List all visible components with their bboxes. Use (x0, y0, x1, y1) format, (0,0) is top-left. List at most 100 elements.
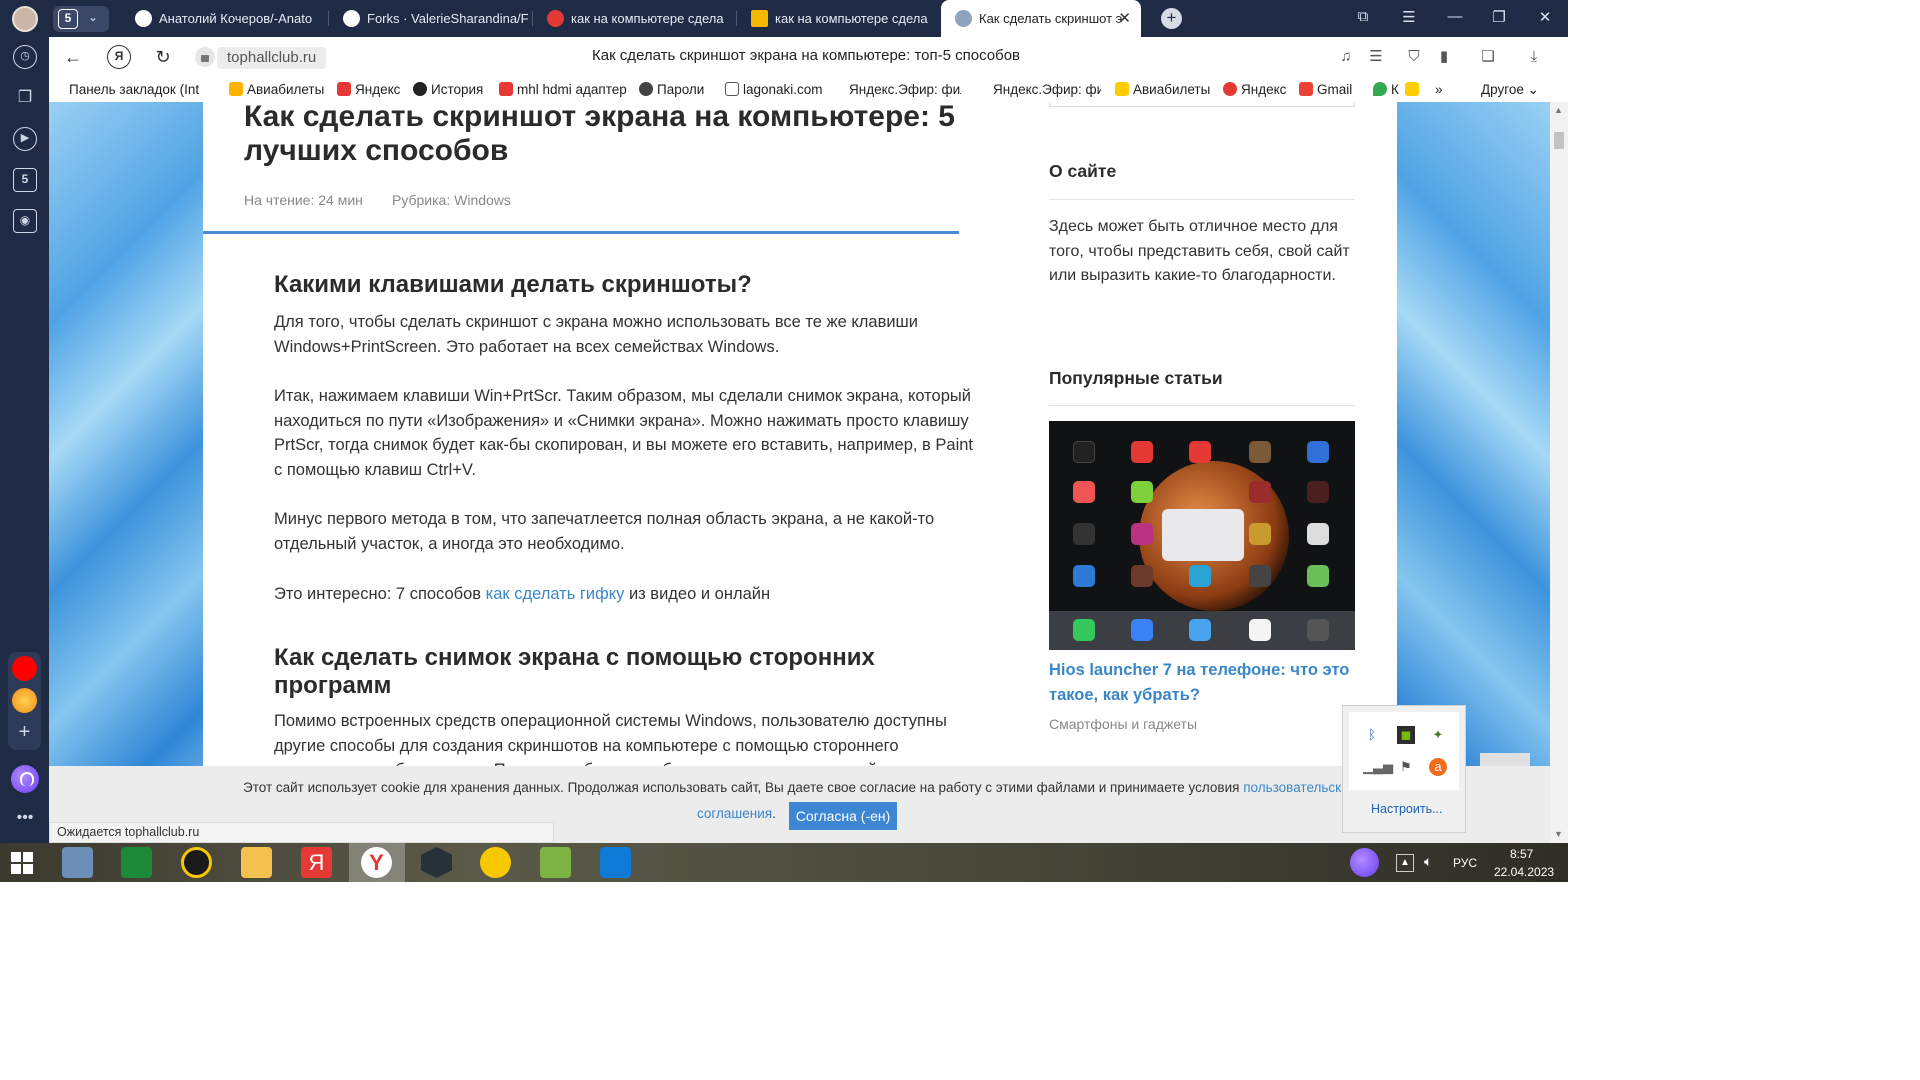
network-icon[interactable]: ▁▃▅ (1363, 758, 1393, 776)
add-app-icon[interactable]: + (12, 720, 37, 745)
tray-icons: ᛒ ◼ ✦ ▁▃▅ ⚑ a (1349, 712, 1459, 790)
gif-article-link[interactable]: как сделать гифку (486, 585, 625, 603)
yandex-icon (337, 82, 351, 96)
excel-icon[interactable] (121, 847, 152, 878)
scroll-thumb[interactable] (1554, 132, 1564, 149)
restore-icon[interactable]: ❐ (1489, 8, 1509, 26)
article-paragraph: Итак, нажимаем клавиши Win+PrtScr. Таким… (274, 387, 973, 479)
more-icon[interactable]: ••• (13, 806, 37, 830)
close-tab-icon[interactable]: ✕ (1118, 0, 1131, 37)
user-agreement-link[interactable]: пользовательско (1243, 780, 1349, 795)
reader-mode-icon[interactable]: ☰ (1367, 48, 1385, 66)
yandex-browser-icon[interactable]: Y (361, 847, 392, 878)
tray-expand-icon[interactable]: ▲ (1396, 854, 1414, 872)
minimize-icon[interactable]: — (1445, 8, 1465, 25)
yandex-home-icon[interactable]: Я (107, 45, 131, 69)
bookmark-maps[interactable]: К (1373, 81, 1399, 99)
bluetooth-icon[interactable]: ᛒ (1363, 726, 1381, 744)
download-icon[interactable]: ⤓ (1525, 48, 1543, 66)
cookie-accept-button[interactable]: Согласна (-ен) (789, 802, 897, 830)
bookmark-aviabilety-1[interactable]: Авиабилеты (229, 81, 324, 99)
divider (1049, 199, 1355, 200)
tab-github-forks[interactable]: Forks · ValerieSharandina/F (329, 0, 533, 37)
collections-icon[interactable]: ❏ (1479, 48, 1497, 66)
alice-icon[interactable] (11, 765, 39, 793)
bookmarks-panel[interactable]: Панель закладок (Int ⌄ (69, 81, 199, 99)
url-domain[interactable]: tophallclub.ru (217, 47, 327, 69)
bookmark-gmail[interactable]: Gmail (1299, 81, 1352, 99)
bookmark-lagonaki[interactable]: lagonaki.com (725, 81, 823, 99)
alice-icon[interactable] (1350, 848, 1379, 877)
bookmark-history[interactable]: История (413, 81, 483, 99)
new-tab-button[interactable]: + (1161, 8, 1182, 29)
language-indicator[interactable]: РУС (1453, 856, 1477, 870)
close-window-icon[interactable]: ✕ (1535, 8, 1555, 26)
avast-icon[interactable]: a (1429, 758, 1447, 776)
tabs-count-icon[interactable]: 5 (13, 168, 37, 192)
volume-icon[interactable]: 🔈︎ (1424, 853, 1432, 870)
clock-time[interactable]: 8:57 (1510, 847, 1533, 861)
lock-icon[interactable] (195, 47, 215, 67)
yandex-music-icon[interactable] (480, 847, 511, 878)
this-pc-icon[interactable] (62, 847, 93, 878)
vscode-icon[interactable] (600, 847, 631, 878)
back-icon[interactable]: ← (61, 45, 85, 69)
collections-icon[interactable]: ❐ (13, 86, 37, 110)
youtube-icon[interactable] (12, 656, 37, 681)
popular-article-category[interactable]: Смартфоны и гаджеты (1049, 716, 1197, 732)
messenger-icon[interactable] (12, 688, 37, 713)
bookmark-yandex-1[interactable]: Яндекс (337, 81, 400, 99)
site-favicon (955, 10, 972, 27)
graphics-icon[interactable]: ✦ (1429, 726, 1447, 744)
bookmark-yandex-2[interactable]: Яндекс (1223, 81, 1286, 99)
yandex-icon[interactable]: Я (301, 847, 332, 878)
popular-article-image[interactable] (1049, 421, 1355, 650)
archicad-icon[interactable] (181, 847, 212, 878)
history-icon[interactable]: ◷ (13, 45, 37, 69)
nox-icon[interactable] (421, 847, 452, 878)
configure-link[interactable]: Настроить... (1371, 802, 1443, 816)
play-icon[interactable]: ▶ (13, 127, 37, 151)
bookmark-label: lagonaki.com (743, 82, 823, 97)
scroll-down-icon[interactable]: ▼ (1554, 829, 1563, 839)
page-scrollbar[interactable]: ▲ ▼ (1550, 102, 1568, 843)
bookmark-extra[interactable] (1405, 81, 1423, 99)
clock-date[interactable]: 22.04.2023 (1494, 865, 1554, 879)
page-title-address[interactable]: Как сделать скриншот экрана на компьютер… (592, 47, 1020, 64)
image-viewer-icon[interactable] (540, 847, 571, 878)
agreement-link[interactable]: соглашения (697, 806, 772, 821)
tab-active-article[interactable]: Как сделать скриншот э ✕ (941, 0, 1141, 37)
bookmark-icon[interactable]: ▮ (1435, 48, 1453, 66)
bookmark-efir-1[interactable]: Яндекс.Эфир: фил (849, 81, 961, 99)
clock-icon (413, 82, 427, 96)
divider (1049, 405, 1355, 406)
page-icon (725, 82, 739, 96)
file-explorer-icon[interactable] (241, 847, 272, 878)
search-box[interactable] (1049, 102, 1355, 107)
headphones-icon[interactable]: ♫ (1337, 48, 1355, 66)
reload-icon[interactable]: ↻ (151, 45, 175, 69)
bookmark-passwords[interactable]: Пароли (639, 81, 704, 99)
bookmark-mhl[interactable]: mhl hdmi адаптер (499, 81, 627, 99)
tab-groups-button[interactable]: 5 ⌄ (53, 6, 109, 32)
tab-yandex-search[interactable]: как на компьютере сдела (533, 0, 737, 37)
article-rubric[interactable]: Рубрика: Windows (392, 192, 511, 208)
bookmark-aviabilety-2[interactable]: Авиабилеты (1115, 81, 1210, 99)
tab-github-1[interactable]: Анатолий Кочеров/-Anato (121, 0, 329, 37)
scroll-up-icon[interactable]: ▲ (1554, 105, 1563, 115)
bookmark-label: Яндекс (355, 82, 401, 97)
menu-icon[interactable]: ☰ (1399, 8, 1419, 26)
tab-yandex-images[interactable]: как на компьютере сдела (737, 0, 941, 37)
screenshot-icon[interactable]: ◉ (13, 209, 37, 233)
profile-avatar[interactable] (12, 6, 38, 32)
more-bookmarks[interactable]: » (1435, 81, 1443, 99)
tabs-menu-icon[interactable]: ⧉ (1353, 8, 1373, 25)
popular-article-link[interactable]: Hios launcher 7 на телефоне: что это так… (1049, 658, 1359, 707)
protect-icon[interactable]: ⛉ (1405, 48, 1423, 66)
nvidia-icon[interactable]: ◼ (1397, 726, 1415, 744)
bookmark-efir-2[interactable]: Яндекс.Эфир: фил (993, 81, 1101, 99)
bookmark-label: mhl hdmi адаптер (517, 82, 627, 97)
other-bookmarks[interactable]: Другое ⌄ (1481, 81, 1539, 99)
windows-start-icon[interactable] (11, 852, 33, 874)
flag-icon[interactable]: ⚑ (1397, 758, 1415, 776)
